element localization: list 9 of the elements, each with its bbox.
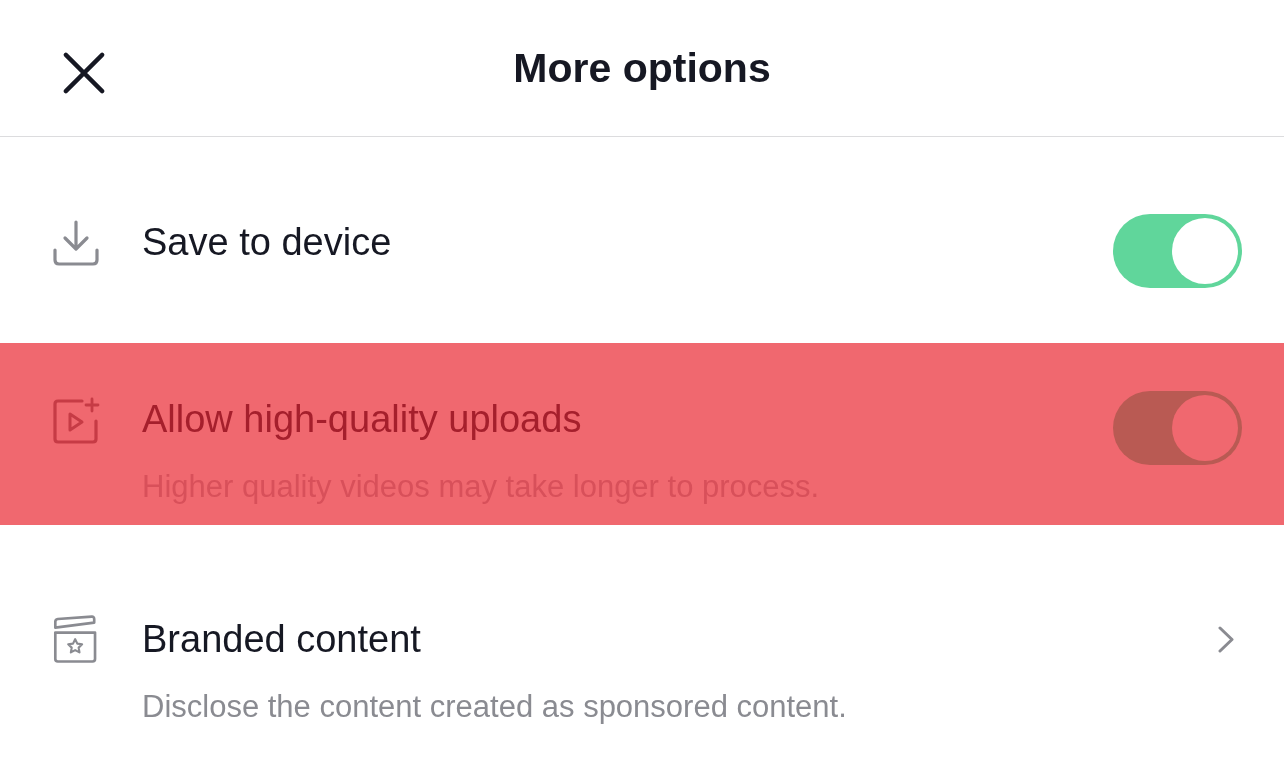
option-description: Disclose the content created as sponsored content. (142, 688, 848, 726)
option-label: Branded content (142, 617, 422, 662)
close-icon (63, 52, 105, 94)
chevron-right-icon[interactable] (1218, 626, 1234, 653)
option-label: Save to device (142, 220, 393, 265)
download-icon (52, 220, 100, 266)
video-sparkle-icon (52, 397, 100, 445)
option-label: Allow high-quality uploads (142, 397, 583, 442)
screen-title: More options (513, 44, 771, 93)
